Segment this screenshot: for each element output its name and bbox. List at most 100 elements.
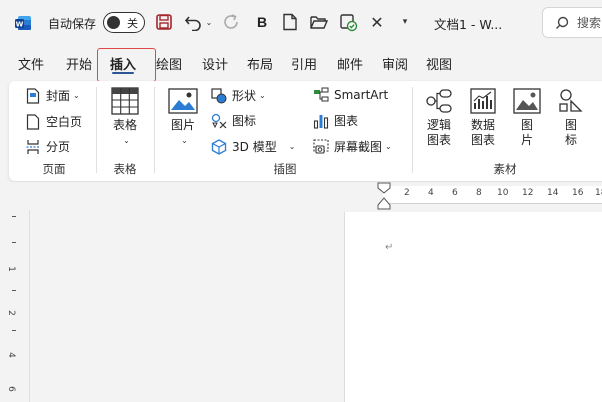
ribbon-panel: 封面 ⌄ 空白页 分页 页面 表格 ⌄ 表格 图片 ⌄ 形状 ⌄ 图标 3D 模型 ⌄… — [9, 81, 602, 181]
chart-icon — [313, 113, 329, 129]
asset-icon-icon — [556, 87, 586, 115]
picture-icon — [168, 87, 198, 115]
ruler-tick: 2 — [5, 310, 16, 316]
ruler-dash — [12, 290, 16, 291]
tab-file[interactable]: 文件 — [18, 46, 44, 80]
document-page[interactable]: ↵ — [344, 212, 602, 402]
blank-page-label: 空白页 — [46, 115, 83, 129]
3d-models-button[interactable]: 3D 模型 ⌄ — [211, 138, 295, 155]
table-button[interactable]: 表格 ⌄ — [105, 87, 145, 148]
ruler-tick: 10 — [497, 188, 509, 198]
bold-icon[interactable]: B — [254, 13, 270, 31]
tab-references[interactable]: 引用 — [291, 46, 317, 80]
logic-chart-button[interactable]: 逻辑 图表 — [421, 87, 457, 148]
cube-icon — [211, 138, 227, 155]
group-separator — [96, 87, 97, 173]
group-separator — [412, 87, 413, 173]
ruler-tick: 8 — [476, 188, 482, 198]
asset-picture-label-2: 片 — [520, 133, 533, 147]
tab-home[interactable]: 开始 — [66, 46, 92, 80]
ruler-tick: 18 — [595, 188, 602, 198]
ruler-tick: 4 — [428, 188, 434, 198]
redo-icon[interactable] — [222, 13, 240, 31]
logic-chart-label-2: 图表 — [426, 133, 451, 147]
page-break-label: 分页 — [46, 140, 71, 154]
title-bar: W 自动保存 关 ⌄ B ✕ ▾ 文档1 - W... 搜索 — [0, 0, 602, 46]
autosave-label: 自动保存 — [48, 16, 97, 31]
ruler-dash — [12, 216, 16, 217]
open-folder-icon[interactable] — [309, 13, 329, 31]
3d-models-dropdown-icon: ⌄ — [288, 142, 296, 151]
asset-picture-label-1: 图 — [520, 118, 533, 132]
tab-draw[interactable]: 绘图 — [156, 46, 182, 80]
asset-picture-icon — [512, 87, 542, 115]
shapes-label: 形状 — [232, 89, 257, 103]
pages-group-label: 页面 — [42, 162, 66, 176]
customize-dropdown-icon[interactable]: ▾ — [398, 13, 412, 31]
page-break-button[interactable]: 分页 — [25, 138, 70, 155]
ribbon-tabs: 文件 开始 插入 绘图 设计 布局 引用 邮件 审阅 视图 — [0, 46, 602, 80]
blank-page-icon — [25, 113, 41, 130]
asset-icon-button[interactable]: 图 标 — [553, 87, 589, 148]
undo-icon[interactable] — [184, 13, 204, 31]
word-logo-icon[interactable]: W — [14, 14, 32, 32]
chart-button[interactable]: 图表 — [313, 112, 358, 129]
assets-group-label: 素材 — [493, 162, 517, 176]
save-icon[interactable] — [155, 13, 173, 31]
table-icon — [110, 87, 140, 115]
ruler-tick: 4 — [5, 352, 16, 358]
illustrations-group-label: 插图 — [273, 162, 297, 176]
new-document-icon[interactable] — [282, 13, 298, 31]
group-separator — [154, 87, 155, 173]
ruler-dash — [12, 330, 16, 331]
picture-dropdown-icon: ⌄ — [181, 136, 188, 145]
tab-insert-label: 插入 — [110, 57, 137, 73]
screenshot-dropdown-icon: ⌄ — [385, 142, 392, 151]
tab-insert[interactable]: 插入 — [110, 46, 136, 80]
autosave-toggle[interactable]: 关 — [103, 12, 145, 33]
asset-icon-label-1: 图 — [564, 118, 577, 132]
tab-view[interactable]: 视图 — [426, 46, 452, 80]
cover-page-label: 封面 — [46, 89, 71, 103]
data-chart-button[interactable]: 数据 图表 — [465, 87, 501, 148]
screenshot-label: 屏幕截图 — [334, 140, 383, 154]
tab-review[interactable]: 审阅 — [382, 46, 408, 80]
search-input[interactable]: 搜索 — [542, 7, 602, 38]
screenshot-icon — [313, 138, 329, 155]
cover-page-button[interactable]: 封面 ⌄ — [25, 87, 80, 104]
document-title: 文档1 - W... — [434, 16, 503, 32]
horizontal-ruler[interactable]: 2 4 6 8 10 12 14 16 18 — [383, 186, 602, 204]
ruler-tick: 14 — [547, 188, 559, 198]
asset-icon-label-2: 标 — [564, 133, 577, 147]
shapes-icon — [211, 87, 227, 104]
active-tab-underline — [112, 71, 135, 74]
asset-picture-button[interactable]: 图 片 — [509, 87, 545, 148]
blank-page-button[interactable]: 空白页 — [25, 113, 82, 130]
tab-design[interactable]: 设计 — [202, 46, 228, 80]
search-placeholder: 搜索 — [577, 16, 602, 30]
indent-marker-icon[interactable] — [377, 182, 391, 210]
ruler-tick: 1 — [5, 266, 16, 272]
screenshot-button[interactable]: 屏幕截图 ⌄ — [313, 138, 392, 155]
3d-models-label: 3D 模型 — [232, 140, 277, 154]
page-break-icon — [25, 139, 41, 155]
picture-button[interactable]: 图片 ⌄ — [165, 87, 201, 148]
tab-layout[interactable]: 布局 — [247, 46, 273, 80]
shapes-button[interactable]: 形状 ⌄ — [211, 87, 266, 104]
icons-button[interactable]: 图标 — [211, 112, 256, 129]
svg-text:W: W — [16, 20, 24, 28]
tab-mailings[interactable]: 邮件 — [337, 46, 363, 80]
autosave-state: 关 — [127, 17, 138, 30]
ruler-tick: 6 — [452, 188, 458, 198]
data-chart-label-1: 数据 — [470, 118, 495, 132]
undo-dropdown-icon[interactable]: ⌄ — [205, 15, 213, 29]
icons-icon — [211, 113, 227, 129]
icons-label: 图标 — [232, 114, 257, 128]
shapes-dropdown-icon: ⌄ — [259, 91, 266, 100]
vertical-ruler[interactable]: 1 2 4 6 — [6, 212, 22, 402]
smartart-button[interactable]: SmartArt — [313, 87, 388, 103]
data-chart-icon — [468, 87, 498, 115]
check-icon[interactable] — [338, 12, 358, 32]
close-icon[interactable]: ✕ — [369, 13, 385, 32]
paragraph-mark: ↵ — [385, 242, 394, 253]
